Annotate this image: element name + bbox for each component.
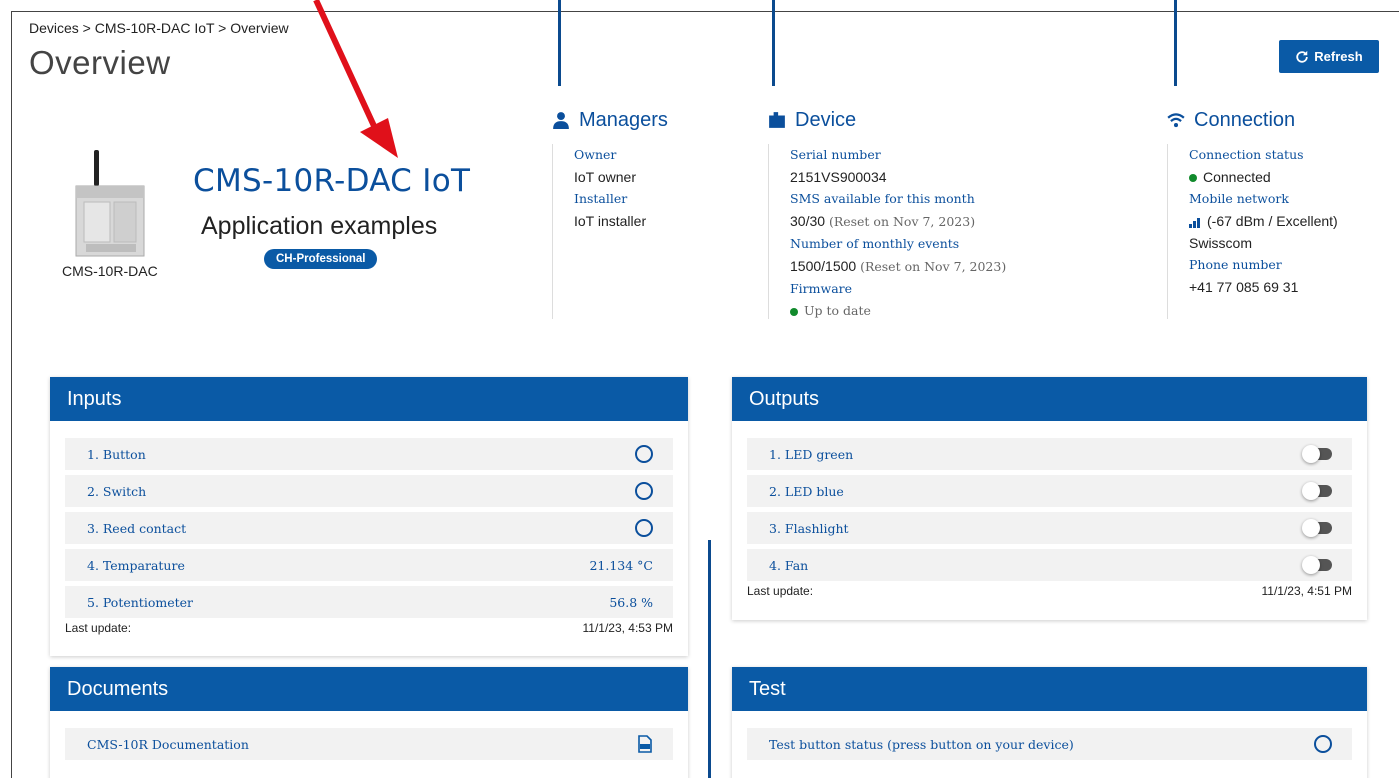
installer-value: IoT installer [574, 213, 647, 229]
connection-title: Connection [1194, 108, 1296, 131]
input-row[interactable]: 5. Potentiometer 56.8 % [65, 586, 673, 618]
status-dot-icon [790, 307, 798, 316]
firmware-value: Up to date [804, 303, 871, 318]
input-value: 56.8 % [609, 594, 653, 610]
test-card: Test Test button status (press button on… [732, 667, 1367, 778]
output-label: 4. Fan [769, 557, 809, 573]
output-toggle[interactable] [1302, 556, 1332, 574]
device-name: CMS-10R-DAC IoT [193, 163, 471, 199]
output-row: 3. Flashlight [747, 512, 1352, 544]
test-title: Test [732, 667, 1367, 711]
page-title: Overview [29, 44, 171, 81]
input-row[interactable]: 4. Temparature 21.134 °C [65, 549, 673, 581]
wifi-icon [1167, 113, 1185, 128]
last-update-value: 11/1/23, 4:53 PM [582, 621, 673, 635]
outputs-title: Outputs [732, 377, 1367, 421]
annotation-line [708, 540, 711, 778]
last-update-label: Last update: [65, 621, 132, 635]
output-toggle[interactable] [1302, 445, 1332, 463]
output-label: 2. LED blue [769, 483, 844, 499]
person-icon [553, 112, 569, 129]
status-circle-icon [1314, 735, 1332, 753]
inputs-card: Inputs 1. Button 2. Switch 3. Reed conta… [50, 377, 688, 656]
test-row: Test button status (press button on your… [747, 728, 1352, 760]
sms-value: 30/30 [790, 213, 826, 229]
status-value: Connected [1203, 169, 1271, 185]
sms-label: SMS available for this month [790, 191, 975, 206]
owner-value: IoT owner [574, 169, 636, 185]
device-title: Device [795, 108, 857, 131]
refresh-icon [1296, 50, 1308, 63]
annotation-line [1174, 0, 1177, 86]
outputs-last-update: Last update: 11/1/23, 4:51 PM [747, 584, 1352, 598]
events-label: Number of monthly events [790, 236, 960, 251]
document-label: CMS-10R Documentation [87, 736, 249, 752]
events-value: 1500/1500 [790, 258, 857, 274]
signal-bars-icon [1189, 218, 1200, 229]
status-circle-icon [635, 445, 653, 463]
input-row[interactable]: 2. Switch [65, 475, 673, 507]
document-row[interactable]: CMS-10R Documentation [65, 728, 673, 760]
input-row[interactable]: 3. Reed contact [65, 512, 673, 544]
output-row: 2. LED blue [747, 475, 1352, 507]
outputs-card: Outputs 1. LED green 2. LED blue 3. Flas… [732, 377, 1367, 620]
status-dot-icon [1189, 174, 1197, 183]
last-update-label: Last update: [747, 584, 814, 598]
output-row: 1. LED green [747, 438, 1352, 470]
network-value: (-67 dBm / Excellent) [1207, 213, 1338, 229]
managers-title: Managers [579, 108, 668, 131]
input-label: 3. Reed contact [87, 520, 187, 536]
input-value: 21.134 °C [589, 557, 653, 573]
device-caption: CMS-10R-DAC [62, 263, 158, 279]
input-label: 2. Switch [87, 483, 147, 499]
output-toggle[interactable] [1302, 482, 1332, 500]
inputs-last-update: Last update: 11/1/23, 4:53 PM [65, 621, 673, 635]
breadcrumb[interactable]: Devices > CMS-10R-DAC IoT > Overview [29, 20, 289, 36]
serial-label: Serial number [790, 147, 881, 162]
annotation-line [772, 0, 775, 86]
input-label: 4. Temparature [87, 557, 185, 573]
license-badge: CH-Professional [264, 249, 378, 269]
documents-title: Documents [50, 667, 688, 711]
connection-section: Connection Connection status Connected M… [1167, 108, 1338, 319]
device-icon [769, 112, 785, 128]
input-label: 5. Potentiometer [87, 594, 193, 610]
pdf-icon[interactable] [637, 735, 653, 753]
output-label: 3. Flashlight [769, 520, 849, 536]
annotation-line [558, 0, 561, 86]
refresh-button[interactable]: Refresh [1279, 40, 1379, 73]
output-toggle[interactable] [1302, 519, 1332, 537]
firmware-label: Firmware [790, 281, 853, 296]
owner-label: Owner [574, 147, 617, 162]
output-label: 1. LED green [769, 446, 854, 462]
operator-value: Swisscom [1189, 235, 1253, 251]
managers-section: Managers Owner IoT owner Installer IoT i… [552, 108, 668, 319]
events-note: (Reset on Nov 7, 2023) [860, 259, 1007, 274]
phone-value: +41 77 085 69 31 [1189, 279, 1299, 295]
status-circle-icon [635, 482, 653, 500]
output-row: 4. Fan [747, 549, 1352, 581]
annotation-arrow [313, 0, 398, 158]
refresh-label: Refresh [1314, 49, 1363, 64]
last-update-value: 11/1/23, 4:51 PM [1261, 584, 1352, 598]
phone-label: Phone number [1189, 257, 1282, 272]
device-section: Device Serial number 2151VS900034 SMS av… [768, 108, 1006, 319]
inputs-title: Inputs [50, 377, 688, 421]
network-label: Mobile network [1189, 191, 1289, 206]
installer-label: Installer [574, 191, 628, 206]
status-label: Connection status [1189, 147, 1304, 162]
serial-value: 2151VS900034 [790, 169, 887, 185]
input-label: 1. Button [87, 446, 146, 462]
input-row[interactable]: 1. Button [65, 438, 673, 470]
status-circle-icon [635, 519, 653, 537]
test-label: Test button status (press button on your… [769, 736, 1074, 752]
device-subtitle: Application examples [201, 212, 438, 240]
device-image [75, 150, 145, 257]
sms-note: (Reset on Nov 7, 2023) [828, 214, 976, 229]
documents-card: Documents CMS-10R Documentation [50, 667, 688, 778]
